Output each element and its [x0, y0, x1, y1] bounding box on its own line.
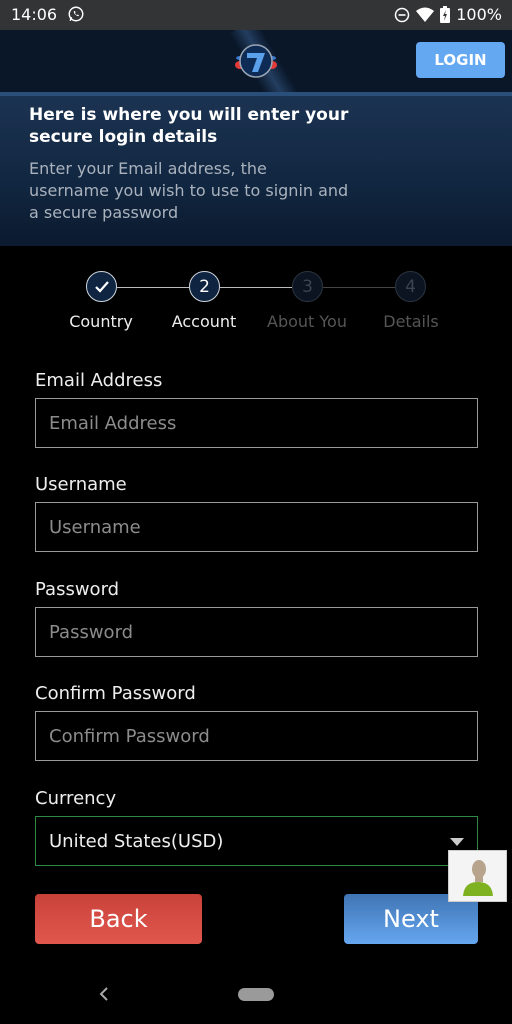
username-field[interactable] — [35, 502, 478, 552]
step-connector — [117, 287, 189, 288]
confirm-password-field[interactable] — [35, 711, 478, 761]
login-button[interactable]: LOGIN — [416, 42, 505, 78]
support-chat-widget[interactable] — [448, 850, 507, 902]
nav-back-icon[interactable] — [97, 984, 111, 1004]
intro-panel: Here is where you will enter your secure… — [0, 96, 512, 246]
status-icons: 100% — [394, 5, 502, 24]
email-field[interactable] — [35, 398, 478, 448]
password-label: Password — [35, 579, 120, 600]
confirm-password-label: Confirm Password — [35, 683, 196, 704]
back-button[interactable]: Back — [35, 894, 202, 944]
battery-percent: 100% — [456, 5, 502, 24]
whatsapp-icon — [68, 6, 84, 22]
lucky-7-logo — [235, 44, 277, 78]
user-avatar-icon — [462, 860, 493, 896]
status-time: 14:06 — [11, 5, 58, 24]
nav-home-pill[interactable] — [238, 988, 274, 1001]
step-2-circle: 2 — [189, 271, 220, 302]
status-bar: 14:06 100% — [0, 0, 512, 30]
step-4-label: Details — [383, 312, 439, 331]
app-header: LOGIN — [0, 30, 512, 92]
currency-label: Currency — [35, 788, 117, 809]
email-label: Email Address — [35, 370, 163, 391]
step-1-label: Country — [69, 312, 133, 331]
dropdown-caret-icon — [450, 838, 464, 846]
step-3-label: About You — [267, 312, 347, 331]
currency-selected-value: United States(USD) — [49, 830, 224, 852]
username-label: Username — [35, 474, 127, 495]
dnd-icon — [395, 7, 410, 22]
step-1-circle — [86, 271, 117, 302]
registration-stepper: 2 3 4 Country Account About You Details — [0, 270, 512, 340]
step-3-circle: 3 — [292, 271, 323, 302]
checkmark-icon — [94, 280, 109, 293]
step-2-label: Account — [171, 312, 237, 331]
step-4-circle: 4 — [395, 271, 426, 302]
password-field[interactable] — [35, 607, 478, 657]
step-connector — [220, 287, 292, 288]
intro-description: Enter your Email address, the username y… — [29, 159, 349, 222]
wifi-icon — [416, 7, 435, 22]
battery-charging-icon — [440, 6, 451, 23]
step-connector — [323, 287, 395, 288]
intro-title: Here is where you will enter your secure… — [29, 105, 349, 147]
currency-select[interactable]: United States(USD) — [35, 816, 478, 866]
